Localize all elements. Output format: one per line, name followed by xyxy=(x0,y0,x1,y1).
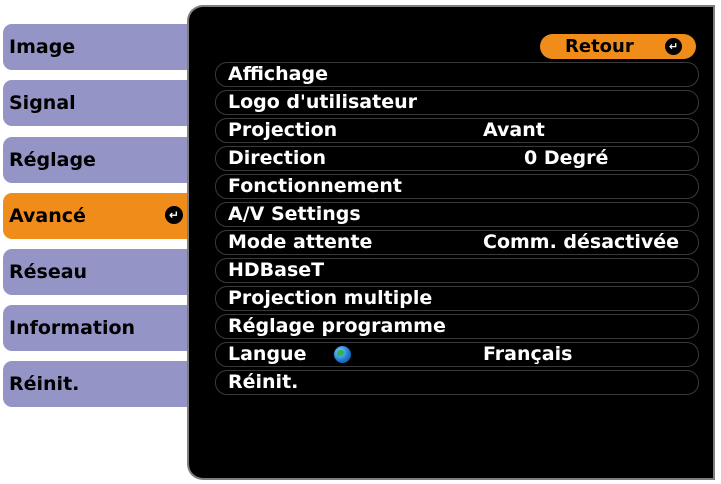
menu-item-value: Avant xyxy=(483,119,545,141)
menu-item-langue[interactable]: Langue Français xyxy=(215,342,699,367)
tab-reglage[interactable]: Réglage xyxy=(3,137,193,183)
menu-item-label: Mode attente xyxy=(228,231,373,253)
return-label: Retour xyxy=(565,36,634,57)
menu-item-projection[interactable]: Projection Avant xyxy=(215,118,699,143)
menu-item-reglage-programme[interactable]: Réglage programme xyxy=(215,314,699,339)
tab-reinit[interactable]: Réinit. xyxy=(3,361,193,407)
menu-item-label: Réglage programme xyxy=(228,315,446,337)
menu-item-label: Direction xyxy=(228,147,326,169)
return-button[interactable]: Retour ↵ xyxy=(540,34,696,59)
enter-icon: ↵ xyxy=(165,206,183,224)
menu-item-mode-attente[interactable]: Mode attente Comm. désactivée xyxy=(215,230,699,255)
menu-item-value: Comm. désactivée xyxy=(483,231,680,253)
menu-item-label: Projection xyxy=(228,119,338,141)
tab-signal[interactable]: Signal xyxy=(3,80,193,126)
tab-label: Avancé xyxy=(9,205,86,227)
menu-item-fonctionnement[interactable]: Fonctionnement xyxy=(215,174,699,199)
menu-item-label: Fonctionnement xyxy=(228,175,402,197)
menu-item-label: Projection multiple xyxy=(228,287,433,309)
tab-label: Réseau xyxy=(9,261,88,283)
menu-item-label: Logo d'utilisateur xyxy=(228,91,417,113)
tab-label: Réglage xyxy=(9,149,96,171)
menu-item-value: Français xyxy=(483,343,573,365)
menu-item-hdbaset[interactable]: HDBaseT xyxy=(215,258,699,283)
menu-item-label: A/V Settings xyxy=(228,203,361,225)
tab-label: Information xyxy=(9,317,136,339)
menu-item-label: HDBaseT xyxy=(228,259,325,281)
globe-icon xyxy=(334,346,351,363)
menu-item-projection-multiple[interactable]: Projection multiple xyxy=(215,286,699,311)
menu-item-value: 0 Degré xyxy=(524,147,609,169)
menu-item-reinit[interactable]: Réinit. xyxy=(215,370,699,395)
tab-information[interactable]: Information xyxy=(3,305,193,351)
menu-item-av-settings[interactable]: A/V Settings xyxy=(215,202,699,227)
tab-label: Réinit. xyxy=(9,373,80,395)
enter-icon: ↵ xyxy=(665,38,682,55)
menu-item-affichage[interactable]: Affichage xyxy=(215,62,699,87)
tab-label: Image xyxy=(9,36,76,58)
tab-label: Signal xyxy=(9,92,76,114)
tab-image[interactable]: Image xyxy=(3,24,193,70)
menu-item-label: Affichage xyxy=(228,63,328,85)
menu-item-label: Langue xyxy=(228,343,307,365)
menu-item-logo[interactable]: Logo d'utilisateur xyxy=(215,90,699,115)
menu-item-label: Réinit. xyxy=(228,371,299,393)
menu-item-direction[interactable]: Direction 0 Degré xyxy=(215,146,699,171)
tab-reseau[interactable]: Réseau xyxy=(3,249,193,295)
tab-avance[interactable]: Avancé ↵ xyxy=(3,193,193,239)
